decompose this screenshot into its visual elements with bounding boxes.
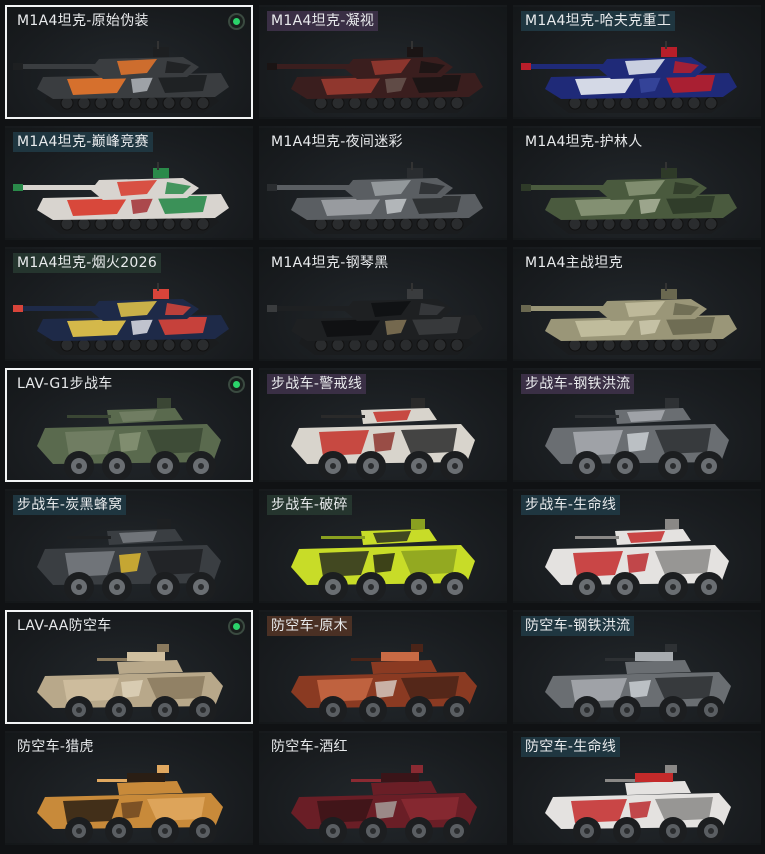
skin-name-label: M1A4坦克-护林人 [525,134,643,150]
skin-name-label: M1A4坦克-哈夫克重工 [521,11,676,31]
skin-card[interactable]: 防空车-钢铁洪流 [513,610,761,724]
skin-card[interactable]: M1A4主战坦克 [513,247,761,361]
skin-name-label: 防空车-酒红 [271,739,348,755]
skin-card[interactable]: M1A4坦克-凝视 [259,5,507,119]
skin-card[interactable]: 步战车-破碎 [259,489,507,603]
skin-card[interactable]: 步战车-警戒线 [259,368,507,482]
skin-name-label: 步战车-生命线 [521,495,621,515]
equipped-indicator-icon [228,13,245,30]
skin-name-label: LAV-AA防空车 [17,618,112,634]
skin-name-label: 步战车-钢铁洪流 [521,374,635,394]
skin-name-label: 防空车-钢铁洪流 [521,616,635,636]
skin-name-label: M1A4坦克-烟火2026 [13,253,162,273]
skin-name-label: 步战车-炭黑蜂窝 [13,495,127,515]
skin-card[interactable]: 防空车-猎虎 [5,731,253,845]
skin-card[interactable]: M1A4坦克-夜间迷彩 [259,126,507,240]
skin-card[interactable]: M1A4坦克-哈夫克重工 [513,5,761,119]
skin-name-label: M1A4坦克-巅峰竞赛 [13,132,153,152]
skin-name-label: LAV-G1步战车 [17,376,113,392]
skin-name-label: 防空车-生命线 [521,737,621,757]
skin-name-label: M1A4坦克-凝视 [267,11,379,31]
skin-card[interactable]: M1A4坦克-巅峰竞赛 [5,126,253,240]
skin-card[interactable]: 步战车-生命线 [513,489,761,603]
skin-card[interactable]: M1A4坦克-原始伪装 [5,5,253,119]
skin-name-label: M1A4坦克-原始伪装 [17,13,149,29]
skin-card[interactable]: M1A4坦克-烟火2026 [5,247,253,361]
skin-name-label: 防空车-猎虎 [17,739,94,755]
skin-card[interactable]: 防空车-生命线 [513,731,761,845]
equipped-indicator-icon [228,618,245,635]
skin-name-label: 步战车-破碎 [267,495,352,515]
skin-card[interactable]: LAV-G1步战车 [5,368,253,482]
skin-card[interactable]: M1A4坦克-护林人 [513,126,761,240]
skin-card[interactable]: 防空车-原木 [259,610,507,724]
equipped-indicator-icon [228,376,245,393]
skin-name-label: M1A4坦克-钢琴黑 [271,255,389,271]
skin-grid: M1A4坦克-原始伪装 M1A4坦克-凝视 M1A4坦克-哈夫克重工 M1A4坦克-巅… [5,5,761,845]
skin-card[interactable]: 防空车-酒红 [259,731,507,845]
skin-card[interactable]: 步战车-炭黑蜂窝 [5,489,253,603]
skin-card[interactable]: LAV-AA防空车 [5,610,253,724]
skin-name-label: M1A4主战坦克 [525,255,623,271]
skin-name-label: 步战车-警戒线 [267,374,367,394]
skin-card[interactable]: 步战车-钢铁洪流 [513,368,761,482]
skin-card[interactable]: M1A4坦克-钢琴黑 [259,247,507,361]
skin-name-label: 防空车-原木 [267,616,352,636]
skin-name-label: M1A4坦克-夜间迷彩 [271,134,403,150]
